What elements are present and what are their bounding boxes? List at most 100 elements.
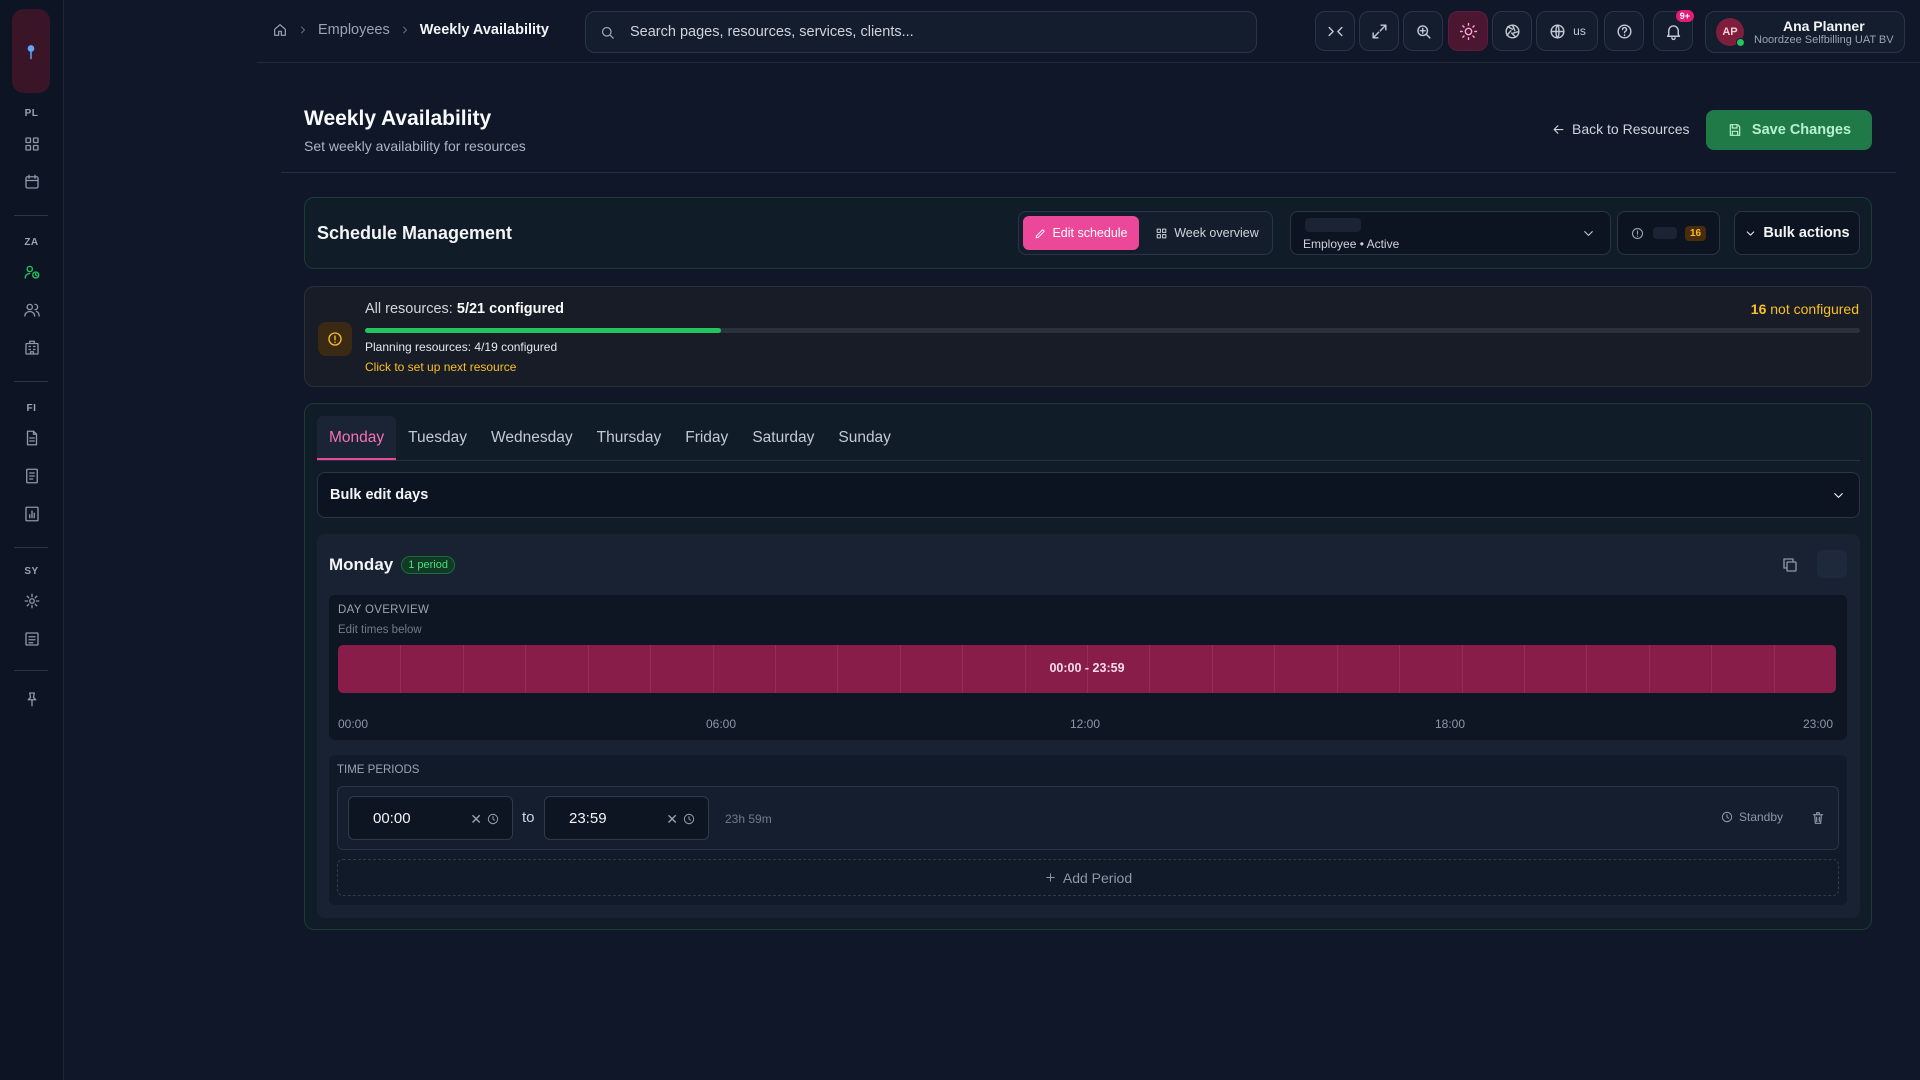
tab-saturday[interactable]: Saturday: [740, 416, 826, 460]
resource-select[interactable]: Employee • Active: [1290, 211, 1611, 255]
day-menu-button[interactable]: [1817, 550, 1847, 578]
brand-logo[interactable]: [12, 9, 50, 93]
trash-icon[interactable]: [1810, 810, 1826, 826]
tabs-divider: [317, 460, 1860, 461]
sidebar-item-settings[interactable]: [16, 586, 48, 616]
planning-resources-status: Planning resources: 4/19 configured: [365, 340, 558, 354]
bulk-edit-days-toggle[interactable]: Bulk edit days: [317, 472, 1860, 518]
sidebar-item-reports[interactable]: [16, 499, 48, 529]
tab-tuesday[interactable]: Tuesday: [396, 416, 479, 460]
edit-schedule-button[interactable]: Edit schedule: [1023, 216, 1139, 250]
chevron-down-icon: [1834, 493, 1843, 498]
breadcrumb-current: Weekly Availability: [419, 22, 549, 38]
standby-clock-icon: [1721, 811, 1733, 823]
collapse-button[interactable]: [1315, 11, 1355, 51]
sidebar-item-logs[interactable]: [16, 624, 48, 654]
week-overview-button[interactable]: Week overview: [1147, 216, 1267, 250]
document-icon: [26, 430, 38, 446]
sidebar: PL ZA FI SY: [0, 0, 64, 1080]
timeline-hour-tick: [1024, 645, 1026, 693]
pin-logo-icon: [27, 45, 35, 60]
sidebar-item-buildings[interactable]: [16, 333, 48, 363]
pencil-icon: [1036, 228, 1046, 238]
clock-icon: [683, 813, 695, 825]
help-button[interactable]: [1604, 11, 1644, 51]
fullscreen-button[interactable]: [1359, 11, 1399, 51]
chevron-down-icon: [1584, 231, 1593, 236]
sidebar-section-label: ZA: [24, 237, 39, 248]
timeline-hour-tick: [1773, 645, 1775, 693]
bulk-edit-days-label: Bulk edit days: [330, 487, 429, 503]
timeline-hour-tick: [962, 645, 964, 693]
tab-sunday[interactable]: Sunday: [826, 416, 903, 460]
aperture-button[interactable]: [1492, 11, 1532, 51]
search-input[interactable]: Search pages, resources, services, clien…: [585, 11, 1257, 53]
setup-next-resource-link[interactable]: Click to set up next resource: [365, 360, 516, 374]
tab-monday[interactable]: Monday: [317, 416, 397, 460]
axis-label: 06:00: [706, 717, 737, 731]
axis-label: 00:00: [338, 717, 369, 731]
zoom-button[interactable]: [1403, 11, 1443, 51]
not-configured-indicator[interactable]: 16: [1617, 211, 1720, 255]
time-periods: TIME PERIODS 00:00 ✕ to 23:59 ✕ 23h 59m …: [329, 755, 1847, 905]
day-heading: Monday 1 period: [329, 555, 455, 575]
timeline-hour-tick: [400, 645, 402, 693]
breadcrumb-employees[interactable]: Employees: [318, 22, 390, 38]
back-to-resources-link[interactable]: Back to Resources: [1551, 121, 1690, 137]
all-resources-prefix: All resources:: [365, 301, 453, 317]
language-selector[interactable]: us: [1536, 11, 1598, 51]
day-timeline[interactable]: 00:00 - 23:59: [338, 645, 1836, 693]
standby-label: Standby: [1739, 810, 1784, 824]
user-menu[interactable]: AP Ana Planner Noordzee Selfbilling UAT …: [1705, 11, 1905, 53]
sidebar-pin-button[interactable]: [16, 684, 48, 714]
theme-toggle-button[interactable]: [1448, 11, 1488, 51]
timeline-hour-tick: [1336, 645, 1338, 693]
grid-icon: [1156, 228, 1167, 238]
timeline-hour-tick: [1087, 645, 1088, 693]
copy-icon[interactable]: [1781, 556, 1799, 574]
sidebar-section-label: FI: [26, 403, 37, 414]
start-time-input[interactable]: 00:00 ✕: [348, 796, 513, 840]
configuration-progress-card: All resources: 5/21 configured 16 not co…: [304, 286, 1872, 387]
start-time-value: 00:00: [373, 809, 411, 827]
clear-start-icon[interactable]: ✕: [470, 811, 482, 828]
sidebar-item-users[interactable]: [16, 295, 48, 325]
timeline-hour-tick: [1523, 645, 1525, 693]
clear-end-icon[interactable]: ✕: [666, 811, 678, 828]
sidebar-item-dashboard[interactable]: [16, 129, 48, 159]
sidebar-divider: [14, 381, 48, 382]
clock-icon: [487, 813, 499, 825]
day-overview-heading: DAY OVERVIEW: [338, 604, 430, 616]
breadcrumb: Employees Weekly Availability: [272, 22, 549, 38]
period-duration: 23h 59m: [725, 812, 772, 826]
day-schedule-card: Monday Tuesday Wednesday Thursday Friday…: [304, 403, 1872, 930]
tab-thursday[interactable]: Thursday: [585, 416, 674, 460]
user-name: Ana Planner: [1782, 18, 1865, 34]
day-name: Monday: [329, 555, 394, 574]
not-configured-number: 16: [1750, 301, 1767, 317]
sun-icon: [1459, 22, 1477, 40]
add-period-button[interactable]: Add Period: [337, 859, 1839, 896]
axis-label: 23:00: [1803, 717, 1834, 731]
sidebar-item-invoices[interactable]: [16, 461, 48, 491]
sidebar-item-calendar[interactable]: [16, 167, 48, 197]
timeline-hour-tick: [837, 645, 839, 693]
sidebar-item-documents[interactable]: [16, 423, 48, 453]
timeline-hour-tick: [712, 645, 714, 693]
calendar-icon: [25, 174, 39, 189]
tab-friday[interactable]: Friday: [673, 416, 740, 460]
tab-wednesday[interactable]: Wednesday: [479, 416, 585, 460]
notifications-button[interactable]: 9+: [1653, 10, 1694, 51]
standby-toggle[interactable]: Standby: [1720, 810, 1783, 824]
save-changes-button[interactable]: Save Changes: [1706, 110, 1872, 150]
sidebar-item-availability[interactable]: [16, 257, 48, 287]
bar-chart-icon: [25, 506, 39, 522]
end-time-input[interactable]: 23:59 ✕: [544, 796, 709, 840]
resource-meta: Employee • Active: [1303, 237, 1400, 251]
user-clock-icon: [24, 265, 40, 279]
bulk-actions-button[interactable]: Bulk actions: [1734, 211, 1860, 255]
search-icon: [601, 26, 614, 39]
day-tabs: Monday Tuesday Wednesday Thursday Friday…: [317, 416, 903, 460]
home-icon[interactable]: [272, 22, 288, 38]
globe-icon: [1550, 23, 1565, 39]
